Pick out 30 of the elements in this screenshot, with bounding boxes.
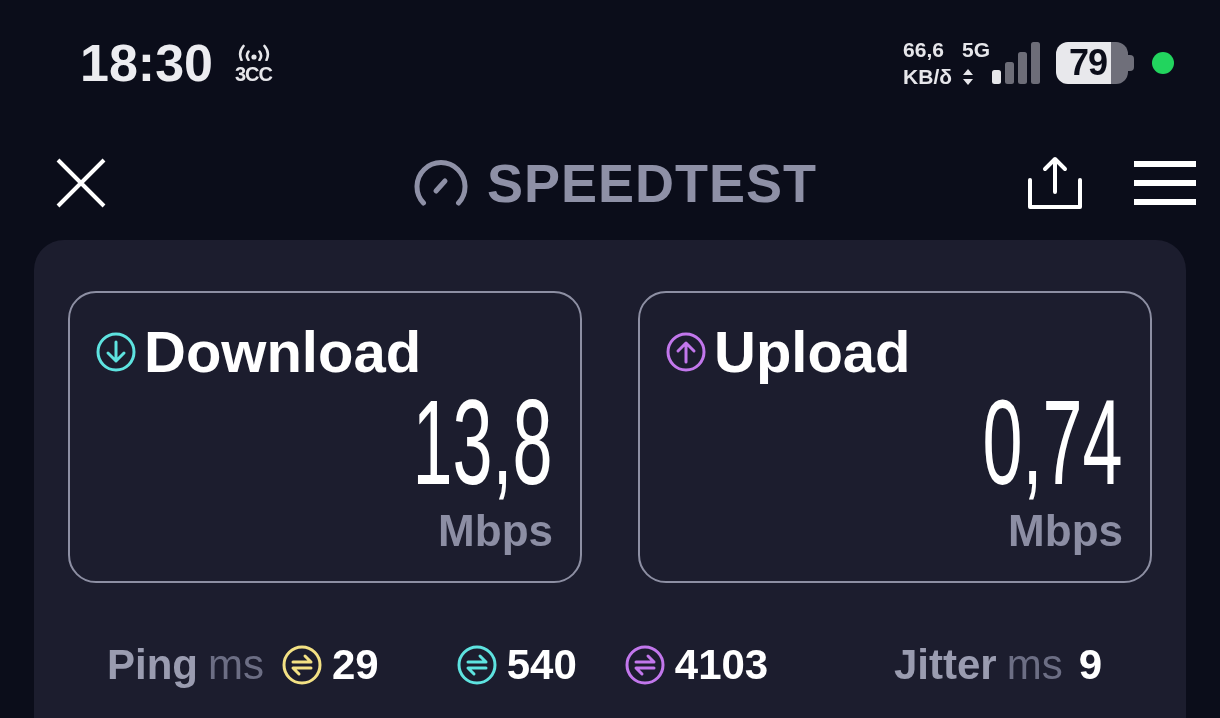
- jitter-unit: ms: [1006, 644, 1063, 686]
- app-title: SPEEDTEST: [486, 156, 818, 210]
- status-dot-icon: [1152, 52, 1174, 74]
- result-value: 0,74: [982, 382, 1123, 502]
- gauge-icon: [412, 160, 469, 206]
- up-down-arrows-icon: [962, 67, 974, 86]
- signal-bars-icon: [992, 42, 1040, 84]
- battery-percentage: 79: [1069, 45, 1108, 81]
- ping-value: 4103: [674, 644, 769, 686]
- ping-value: 540: [506, 644, 577, 686]
- close-button[interactable]: [56, 158, 106, 208]
- result-unit: Mbps: [1008, 506, 1123, 557]
- jitter-label: Jitter: [893, 644, 997, 686]
- menu-button[interactable]: [1134, 161, 1196, 205]
- menu-icon: [1134, 161, 1196, 205]
- status-time: 18:30: [80, 37, 213, 89]
- ping-value: 29: [332, 644, 379, 686]
- network-label: 3CC: [235, 63, 272, 84]
- result-label: Download: [144, 323, 422, 381]
- network-speed-unit: KB/δ: [903, 64, 952, 90]
- network-type: 5G: [962, 37, 990, 63]
- share-button[interactable]: [1028, 156, 1082, 210]
- close-icon: [56, 158, 106, 208]
- jitter-value: 9: [1078, 644, 1102, 686]
- ping-label: Ping: [107, 644, 198, 686]
- share-icon: [1028, 156, 1082, 210]
- result-value: 13,8: [412, 382, 553, 502]
- result-unit: Mbps: [438, 506, 553, 557]
- network-speed-value: 66,6: [903, 37, 944, 63]
- ping-unit: ms: [208, 644, 264, 686]
